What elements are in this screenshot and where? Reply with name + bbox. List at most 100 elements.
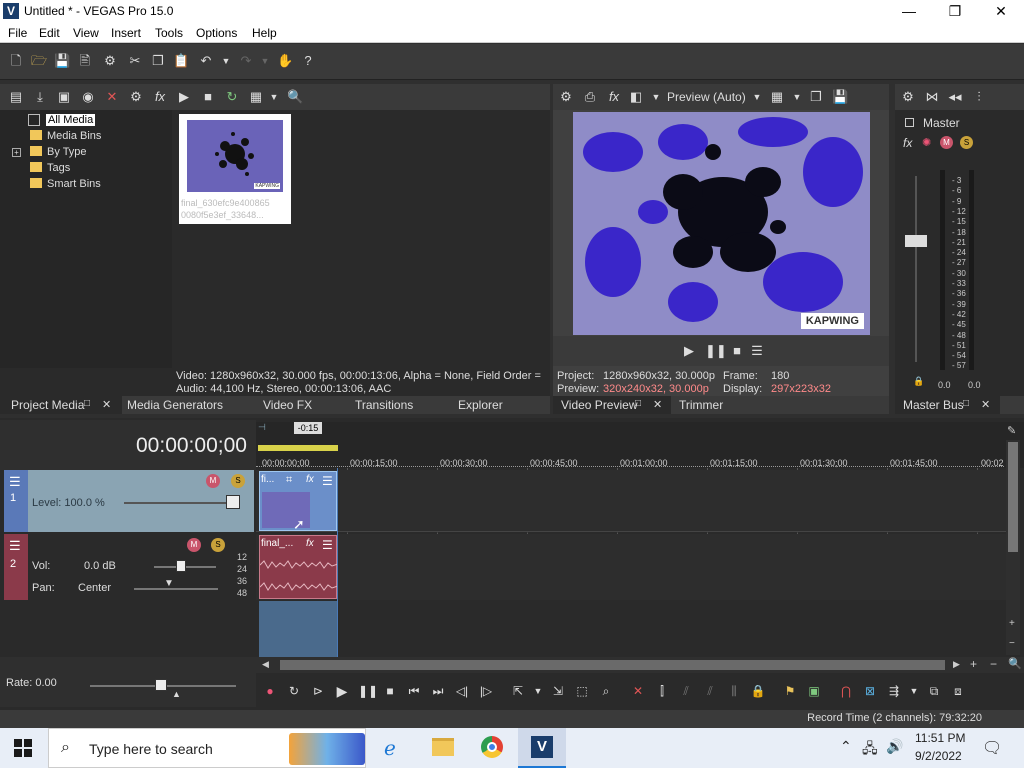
video-track-solo-icon[interactable]: S: [231, 474, 245, 488]
close-button[interactable]: ✕: [978, 0, 1024, 23]
vertical-scroll-thumb[interactable]: [1008, 442, 1018, 552]
views-icon[interactable]: ▦: [248, 89, 264, 105]
stop-media-icon[interactable]: ■: [200, 89, 216, 105]
ripple-dropdown-icon[interactable]: ▼: [906, 683, 922, 699]
next-frame-icon[interactable]: |▷: [478, 683, 494, 699]
tab-video-fx[interactable]: Video FX: [263, 398, 312, 412]
menu-view[interactable]: View: [73, 26, 99, 40]
chrome-icon[interactable]: [481, 736, 503, 758]
master-mute-icon[interactable]: M: [940, 136, 953, 149]
properties-gear-icon[interactable]: ⚙: [102, 53, 118, 69]
overlays-grid-icon[interactable]: ▦: [769, 89, 785, 105]
tab-transitions[interactable]: Transitions: [355, 398, 413, 412]
preview-pause-icon[interactable]: ❚❚: [705, 343, 727, 359]
pan-slider-handle[interactable]: ▼: [164, 578, 174, 589]
views-dropdown-icon[interactable]: ▼: [266, 89, 282, 105]
tab-explorer[interactable]: Explorer: [458, 398, 503, 412]
new-file-icon[interactable]: 🗋: [8, 53, 24, 69]
menu-help[interactable]: Help: [252, 26, 277, 40]
save-icon[interactable]: 💾: [54, 53, 70, 69]
video-track-lane[interactable]: [256, 470, 1006, 532]
zoom-out-horizontal-icon[interactable]: −: [990, 657, 997, 671]
preview-device-icon[interactable]: ⎙: [582, 89, 598, 105]
video-track-menu-icon[interactable]: ☰: [9, 474, 21, 490]
play-media-icon[interactable]: ▶: [176, 89, 192, 105]
record-icon[interactable]: ●: [262, 683, 278, 699]
open-folder-icon[interactable]: 🗁: [31, 53, 47, 69]
previous-frame-icon[interactable]: ◁|: [454, 683, 470, 699]
tab-undock-icon[interactable]: □: [84, 398, 90, 409]
tree-item-tags[interactable]: Tags: [30, 162, 70, 174]
lock-icon[interactable]: ⧉: [926, 683, 942, 699]
tab-video-preview[interactable]: Video Preview: [561, 398, 638, 412]
master-checkbox[interactable]: [905, 118, 914, 127]
envelope-tool-icon[interactable]: ⇲: [550, 683, 566, 699]
event-panning-icon[interactable]: ⧈: [950, 683, 966, 699]
edge-browser-icon[interactable]: ℯ: [384, 736, 396, 761]
rate-slider-handle[interactable]: [155, 679, 167, 691]
view-icon[interactable]: ▤: [8, 89, 24, 105]
normal-edit-tool-icon[interactable]: ⇱: [510, 683, 526, 699]
horizontal-scroll-thumb[interactable]: [280, 660, 945, 670]
file-explorer-icon[interactable]: [432, 738, 454, 756]
split-screen-icon[interactable]: ◧: [628, 89, 644, 105]
cut-icon[interactable]: ✂: [127, 53, 143, 69]
tree-item-media-bins[interactable]: Media Bins: [30, 130, 101, 142]
preview-play-icon[interactable]: ▶: [681, 343, 697, 359]
timecode-display[interactable]: 00:00:00;00: [136, 434, 247, 458]
audio-track-header[interactable]: ☰ 2 M S Vol: 0.0 dB Pan: Center ▼ 12 24 …: [4, 534, 254, 600]
media-thumbnail[interactable]: KAPWING final_630efc9e400865 0080f5e3ef_…: [179, 114, 291, 224]
auto-ripple-icon[interactable]: ⇶: [886, 683, 902, 699]
lock-envelopes-icon[interactable]: 🔒: [750, 683, 766, 699]
import-media-icon[interactable]: ⤓: [32, 89, 48, 105]
dim-output-icon[interactable]: ◂◂: [947, 89, 963, 105]
insert-marker-icon[interactable]: ⚑: [782, 683, 798, 699]
vol-slider-handle[interactable]: [176, 560, 186, 572]
master-lock-icon[interactable]: 🔒: [913, 376, 924, 387]
insert-region-icon[interactable]: ▣: [806, 683, 822, 699]
scroll-right-icon[interactable]: ▶: [953, 659, 960, 670]
redo-dropdown-icon[interactable]: ▼: [257, 53, 273, 69]
taskbar-search-box[interactable]: ⌕ Type here to search: [48, 728, 366, 768]
mixer-icon[interactable]: ⫶: [971, 89, 987, 105]
menu-file[interactable]: File: [8, 26, 27, 40]
tab-close-icon[interactable]: ✕: [653, 398, 662, 411]
menu-edit[interactable]: Edit: [39, 26, 60, 40]
trim-icon[interactable]: ⫿: [654, 683, 670, 699]
tab-media-generators[interactable]: Media Generators: [127, 398, 223, 412]
master-fader-handle[interactable]: [905, 235, 927, 247]
preview-quality-dropdown-icon[interactable]: ▼: [749, 89, 765, 105]
loop-playback-icon[interactable]: ↻: [286, 683, 302, 699]
audio-track-menu-icon[interactable]: ☰: [9, 538, 21, 554]
video-clip-menu-icon[interactable]: ☰: [322, 474, 333, 488]
vertical-scrollbar[interactable]: + −: [1006, 440, 1020, 655]
go-to-start-icon[interactable]: ⏮: [406, 683, 422, 699]
notifications-icon[interactable]: 🗨: [982, 738, 1002, 758]
split-dropdown-icon[interactable]: ▼: [648, 89, 664, 105]
minimize-button[interactable]: —: [886, 0, 932, 23]
trim-start-icon[interactable]: ⫽: [678, 683, 694, 699]
undo-icon[interactable]: ↶: [198, 53, 214, 69]
windows-start-icon[interactable]: [14, 739, 32, 757]
volume-icon[interactable]: 🔊: [886, 738, 903, 755]
tab-master-bus[interactable]: Master Bus: [903, 398, 964, 412]
paste-icon[interactable]: 📋: [173, 53, 189, 69]
play-icon[interactable]: ▶: [334, 683, 350, 699]
maximize-button[interactable]: ❐: [932, 0, 978, 23]
video-track-mute-icon[interactable]: M: [206, 474, 220, 488]
audio-track-lane[interactable]: [256, 534, 1006, 600]
audio-track-solo-icon[interactable]: S: [211, 538, 225, 552]
selection-tool-icon[interactable]: ⬚: [574, 683, 590, 699]
menu-tools[interactable]: Tools: [155, 26, 183, 40]
audio-clip[interactable]: final_... fx ☰: [259, 535, 338, 599]
whats-this-help-icon[interactable]: ?: [300, 53, 316, 69]
menu-options[interactable]: Options: [196, 26, 237, 40]
interact-tutorials-icon[interactable]: ✋: [277, 53, 293, 69]
tab-project-media[interactable]: Project Media: [11, 398, 84, 412]
zoom-in-vertical-icon[interactable]: +: [1009, 618, 1015, 629]
tab-close-icon[interactable]: ✕: [102, 398, 111, 411]
split-icon[interactable]: ⫼: [726, 683, 742, 699]
stop-icon[interactable]: ■: [382, 683, 398, 699]
tab-undock-icon[interactable]: □: [635, 398, 641, 409]
zoom-tool-icon[interactable]: 🔍: [1008, 657, 1022, 670]
